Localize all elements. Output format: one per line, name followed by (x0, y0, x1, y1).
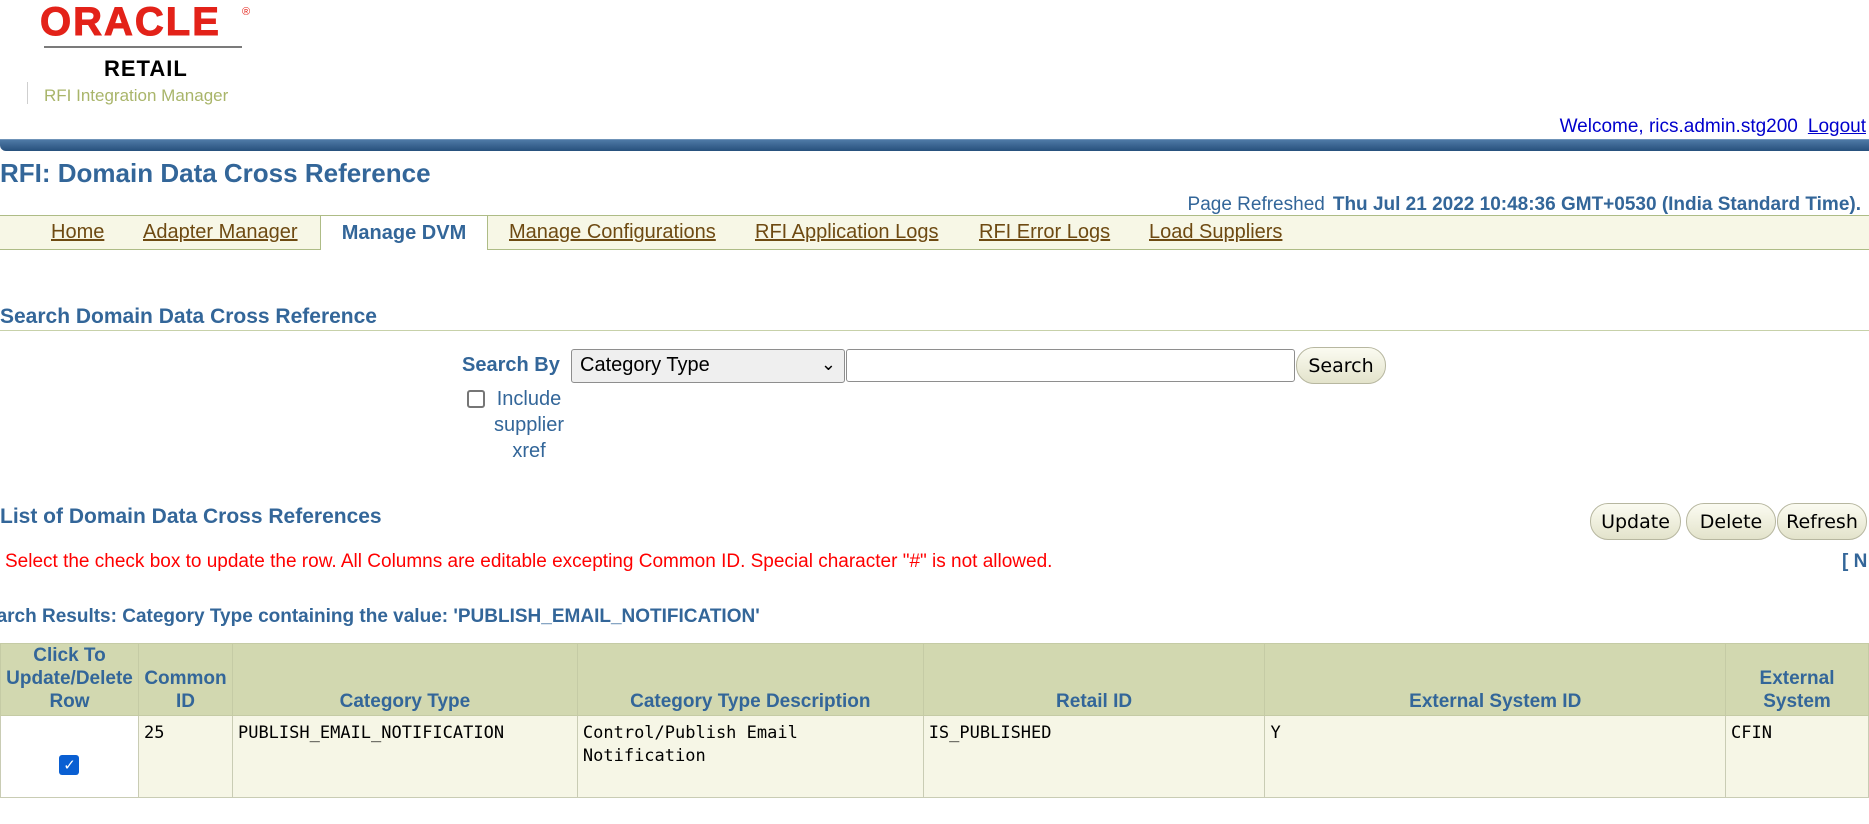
search-results-caption: earch Results: Category Type containing … (0, 606, 760, 627)
search-input[interactable] (846, 349, 1295, 382)
column-header-external-system: External System (1725, 643, 1869, 716)
cell-common-id: 25 (137, 715, 233, 798)
cell-external-system-id[interactable]: Y (1264, 715, 1727, 798)
column-header-common-id: Common ID (137, 643, 233, 716)
results-table: Click To Update/Delete Row Common ID Cat… (0, 643, 1869, 798)
column-header-select: Click To Update/Delete Row (0, 643, 139, 716)
page-refreshed: Page Refreshed Thu Jul 21 2022 10:48:36 G… (1188, 194, 1861, 216)
section-divider (0, 330, 1869, 331)
tab-manage-dvm[interactable]: Manage DVM (320, 215, 488, 250)
user-welcome: Welcome, rics.admin.stg200 Logout (1560, 116, 1866, 138)
logo-registered-mark: ® (242, 6, 251, 18)
welcome-text: Welcome, rics.admin.stg200 (1559, 116, 1798, 137)
include-supplier-xref-checkbox[interactable] (467, 390, 485, 408)
row-select-checkbox[interactable]: ✓ (59, 754, 80, 775)
logo-product-name: RFI Integration Manager (44, 86, 229, 105)
cell-retail-id[interactable]: IS_PUBLISHED (922, 715, 1266, 798)
table-header-row: Click To Update/Delete Row Common ID Cat… (0, 643, 1869, 716)
logout-link[interactable]: Logout (1808, 116, 1866, 137)
search-by-select[interactable]: Category Type ⌄ (571, 349, 845, 383)
search-button[interactable]: Search (1296, 347, 1386, 384)
column-header-retail-id: Retail ID (922, 643, 1266, 716)
page-refreshed-label: Page Refreshed (1187, 194, 1325, 215)
tab-home[interactable]: Home (51, 221, 104, 244)
pagination-link[interactable]: [ N (1842, 551, 1867, 573)
table-row: ✓ 25 PUBLISH_EMAIL_NOTIFICATION Control/… (0, 715, 1869, 798)
logo-divider (44, 46, 242, 48)
tab-rfi-application-logs[interactable]: RFI Application Logs (755, 221, 938, 244)
column-header-external-system-id: External System ID (1264, 643, 1727, 716)
column-header-category-type: Category Type (231, 643, 578, 716)
cell-external-system[interactable]: CFIN (1725, 715, 1869, 798)
tab-adapter-manager[interactable]: Adapter Manager (143, 221, 298, 244)
cell-category-description[interactable]: Control/Publish Email Notification (576, 715, 924, 798)
search-by-selected-value: Category Type (580, 354, 710, 376)
chevron-down-icon: ⌄ (820, 354, 836, 374)
cell-category-type[interactable]: PUBLISH_EMAIL_NOTIFICATION (231, 715, 578, 798)
page-refreshed-value: Thu Jul 21 2022 10:48:36 GMT+0530 (India… (1332, 194, 1861, 215)
instruction-message: Select the check box to update the row. … (5, 551, 1053, 572)
tab-manage-dvm-label: Manage DVM (341, 222, 467, 244)
search-by-label: Search By (462, 354, 560, 376)
tab-load-suppliers[interactable]: Load Suppliers (1149, 221, 1282, 244)
tab-bar: Home Adapter Manager Manage DVM Manage C… (0, 215, 1869, 250)
tab-rfi-error-logs[interactable]: RFI Error Logs (979, 221, 1110, 244)
refresh-button[interactable]: Refresh (1777, 503, 1867, 540)
list-section-header: List of Domain Data Cross References (0, 505, 382, 528)
delete-button[interactable]: Delete (1686, 503, 1776, 540)
column-header-category-description: Category Type Description (576, 643, 924, 716)
logo-product-line: RETAIL (104, 56, 188, 81)
search-section-header: Search Domain Data Cross Reference (0, 305, 377, 328)
tab-manage-configurations[interactable]: Manage Configurations (509, 221, 716, 244)
update-button[interactable]: Update (1590, 503, 1681, 540)
logo-divider-vertical (27, 82, 28, 104)
page-title: RFI: Domain Data Cross Reference (0, 158, 431, 188)
header-bar (0, 139, 1869, 151)
logo-brand: ORACLE (40, 0, 221, 45)
include-supplier-xref-label: Include supplier xref (493, 388, 565, 462)
row-select-cell: ✓ (0, 715, 139, 798)
